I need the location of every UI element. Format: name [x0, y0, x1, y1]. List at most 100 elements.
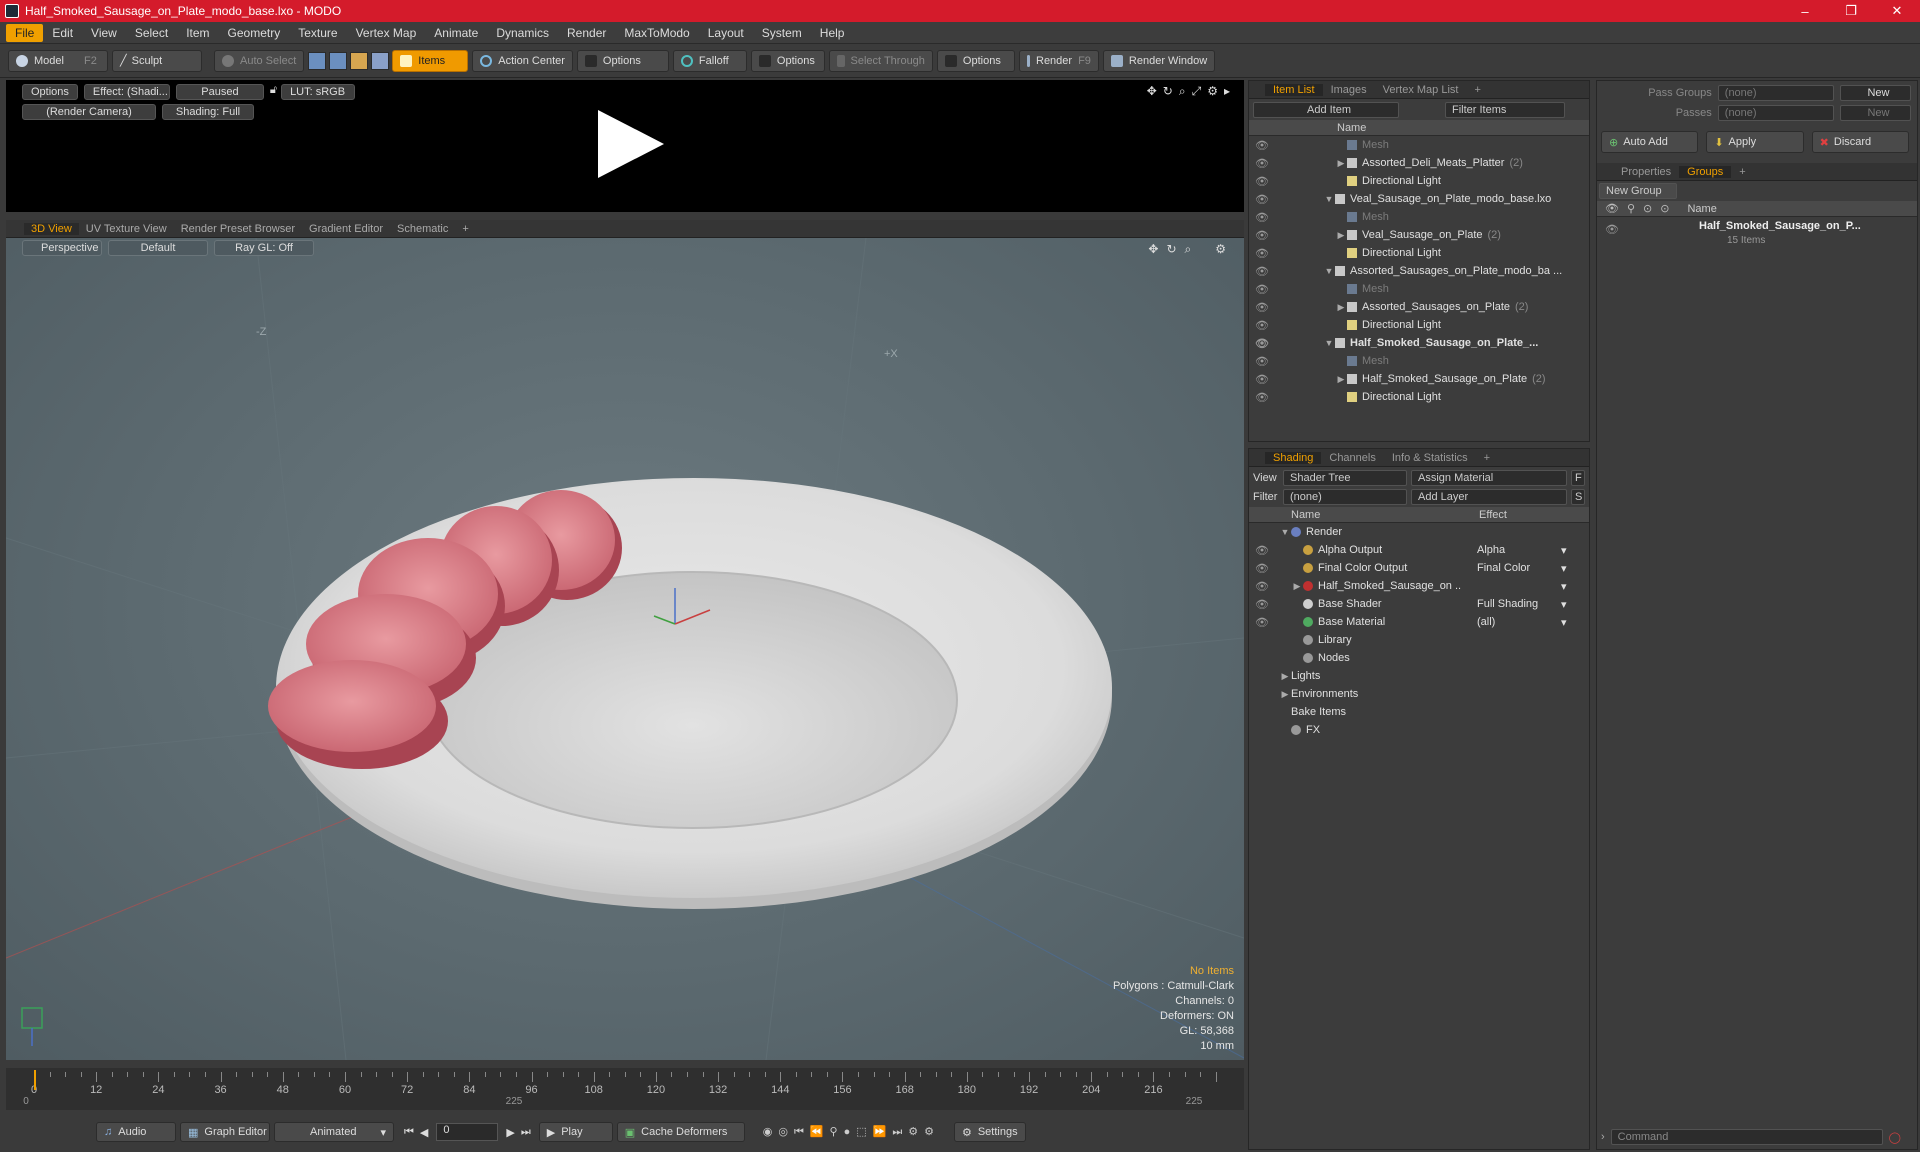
item-list-row[interactable]: 👁︎ ▶ Assorted_Deli_Meats_Platter (2) [1249, 154, 1589, 172]
visibility-eye-icon[interactable]: 👁︎ [1255, 391, 1269, 404]
visibility-eye-icon[interactable]: 👁︎ [1255, 301, 1269, 314]
cache-deformers-button[interactable]: ▣ Cache Deformers [616, 1122, 745, 1142]
pass-groups-dropdown[interactable]: (none) [1717, 85, 1835, 101]
tab-channels[interactable]: Channels [1321, 452, 1383, 464]
item-list-row[interactable]: 👁︎ ▼ Veal_Sausage_on_Plate_modo_base.lxo [1249, 190, 1589, 208]
go-start-icon[interactable]: ⏮ [404, 1126, 414, 1139]
model-mode-button[interactable]: Model F2 [8, 49, 108, 72]
item-list-row[interactable]: 👁︎ Directional Light [1249, 172, 1589, 190]
add-item-dropdown[interactable]: Add Item [1253, 102, 1399, 118]
rotate-icon[interactable]: ↻ [1163, 84, 1173, 99]
eye-icon[interactable]: 👁︎ [1605, 223, 1619, 236]
menu-geometry[interactable]: Geometry [219, 24, 290, 42]
preview-options-button[interactable]: Options [22, 84, 78, 100]
new-pass-group-button[interactable]: New [1840, 85, 1911, 101]
visibility-eye-icon[interactable]: 👁︎ [1255, 580, 1269, 593]
filter-items-field[interactable]: Filter Items [1445, 102, 1565, 118]
visibility-eye-icon[interactable]: 👁︎ [1255, 319, 1269, 332]
tab-properties[interactable]: Properties [1613, 166, 1679, 178]
prev-key-icon[interactable]: ◀ [420, 1126, 428, 1139]
timeline-ruler[interactable]: 0 12 24 36 48 60 72 84 96 108 120 132 144 156 168 180 19… [23, 1070, 1226, 1107]
action-center-button[interactable]: Action Center [472, 49, 573, 72]
sculpt-mode-button[interactable]: ╱ Sculpt [112, 49, 202, 72]
timeline[interactable]: 0 12 24 36 48 60 72 84 96 108 120 132 144 156 168 180 19… [6, 1068, 1244, 1110]
expand-arrow-icon[interactable]: ▼ [1323, 194, 1335, 204]
tab-shading[interactable]: Shading [1265, 451, 1322, 464]
item-list-row[interactable]: 👁︎ ▼ Assorted_Sausages_on_Plate_modo_ba ..… [1249, 262, 1589, 280]
menu-edit[interactable]: Edit [43, 24, 82, 42]
view-dropdown[interactable]: Shader Tree [1283, 470, 1407, 486]
menu-dynamics[interactable]: Dynamics [487, 24, 558, 42]
expand-arrow-icon[interactable]: ▶ [1279, 689, 1291, 700]
group-row[interactable]: 👁︎ Half_Smoked_Sausage_on_P... 15 Items [1597, 217, 1917, 257]
shader-tree-row[interactable]: 👁︎ Base Shader Full Shading ▾ [1249, 595, 1589, 613]
auto-add-button[interactable]: ⊕ Auto Add [1601, 131, 1699, 153]
rotate-view-icon[interactable]: ↻ [1166, 242, 1176, 257]
visibility-eye-icon[interactable]: 👁︎ [1255, 229, 1269, 242]
menu-animate[interactable]: Animate [425, 24, 487, 42]
lock-icon[interactable]: 🔓︎ [270, 84, 277, 100]
settings-button[interactable]: ⚙ Settings [953, 1122, 1026, 1142]
item-list-row[interactable]: 👁︎ ▶ Half_Smoked_Sausage_on_Plate (2) [1249, 370, 1589, 388]
apply-button[interactable]: ⬇ Apply [1706, 131, 1804, 153]
shader-tree-row[interactable]: 👁︎ Alpha Output Alpha ▾ [1249, 541, 1589, 559]
visibility-eye-icon[interactable]: 👁︎ [1255, 175, 1269, 188]
new-group-button[interactable]: New Group [1599, 183, 1677, 199]
discard-button[interactable]: ✖ Discard [1811, 131, 1909, 153]
visibility-eye-icon[interactable]: 👁︎ [1255, 337, 1269, 350]
item-list-row[interactable]: 👁︎ Directional Light [1249, 316, 1589, 334]
tab-item-list[interactable]: Item List [1265, 83, 1323, 96]
effect-dropdown[interactable]: Final Color [1477, 562, 1573, 574]
raygl-dropdown[interactable]: Ray GL: Off [214, 240, 314, 256]
next-key-icon[interactable]: ▶ [506, 1126, 514, 1139]
item-list-row[interactable]: 👁︎ Mesh [1249, 136, 1589, 154]
tab-uv-texture-view[interactable]: UV Texture View [79, 223, 174, 235]
tab-add[interactable]: + [1476, 452, 1498, 464]
menu-render[interactable]: Render [558, 24, 615, 42]
tab-images[interactable]: Images [1323, 84, 1375, 96]
visibility-eye-icon[interactable]: 👁︎ [1255, 544, 1269, 557]
visibility-eye-icon[interactable]: 👁︎ [1255, 355, 1269, 368]
item-list-row[interactable]: 👁︎ Mesh [1249, 352, 1589, 370]
timeline-playhead[interactable] [34, 1070, 36, 1090]
render-window-button[interactable]: Render Window [1102, 49, 1216, 72]
visibility-eye-icon[interactable]: 👁︎ [1255, 247, 1269, 260]
visibility-eye-icon[interactable]: 👁︎ [1255, 616, 1269, 629]
preview-camera-dropdown[interactable]: (Render Camera) [22, 104, 156, 120]
visibility-eye-icon[interactable]: 👁︎ [1255, 211, 1269, 224]
play-button[interactable]: ▶ Play [538, 1122, 613, 1142]
expand-arrow-icon[interactable]: ▼ [1279, 527, 1291, 537]
materials-mode-icon[interactable] [371, 51, 390, 70]
tab-3d-view[interactable]: 3D View [24, 222, 79, 235]
f-button[interactable]: F [1571, 470, 1585, 486]
expand-arrow-icon[interactable]: ▶ [1335, 158, 1347, 169]
menu-texture[interactable]: Texture [289, 24, 346, 42]
menu-vertex-map[interactable]: Vertex Map [347, 24, 426, 42]
maximize-icon[interactable]: ⤢ [1192, 84, 1202, 99]
key-tools-icon[interactable]: ◉◎⏮⏪⚲●⬚⏩⏭⚙⚙ [763, 1125, 940, 1139]
preview-paused-button[interactable]: Paused [175, 84, 264, 100]
shader-tree-row[interactable]: FX [1249, 721, 1589, 739]
item-list-row[interactable]: 👁︎ Mesh [1249, 280, 1589, 298]
new-pass-button[interactable]: New [1840, 105, 1911, 121]
command-record-icon[interactable]: ◯ [1889, 1131, 1901, 1144]
visibility-eye-icon[interactable]: 👁︎ [1255, 283, 1269, 296]
item-list-row[interactable]: 👁︎ Directional Light [1249, 244, 1589, 262]
tab-render-preset-browser[interactable]: Render Preset Browser [174, 223, 302, 235]
animated-dropdown[interactable]: Animated ▾ [274, 1122, 394, 1142]
graph-editor-button[interactable]: ▦ Graph Editor [180, 1122, 270, 1142]
visibility-eye-icon[interactable]: 👁︎ [1255, 562, 1269, 575]
tab-add[interactable]: + [1731, 166, 1753, 178]
expand-arrow-icon[interactable]: ▶ [1335, 374, 1347, 385]
visibility-eye-icon[interactable]: 👁︎ [1255, 265, 1269, 278]
frame-field[interactable]: 0 [436, 1123, 499, 1141]
effect-dropdown[interactable]: (all) [1477, 616, 1573, 628]
item-list-row[interactable]: 👁︎ Directional Light [1249, 388, 1589, 406]
vertices-mode-icon[interactable] [308, 51, 327, 70]
menu-system[interactable]: System [753, 24, 811, 42]
s-button[interactable]: S [1571, 489, 1585, 505]
menu-select[interactable]: Select [126, 24, 177, 42]
restore-button[interactable]: ❐ [1828, 0, 1874, 22]
expand-arrow-icon[interactable]: ▶ [1291, 581, 1303, 592]
menu-help[interactable]: Help [811, 24, 854, 42]
